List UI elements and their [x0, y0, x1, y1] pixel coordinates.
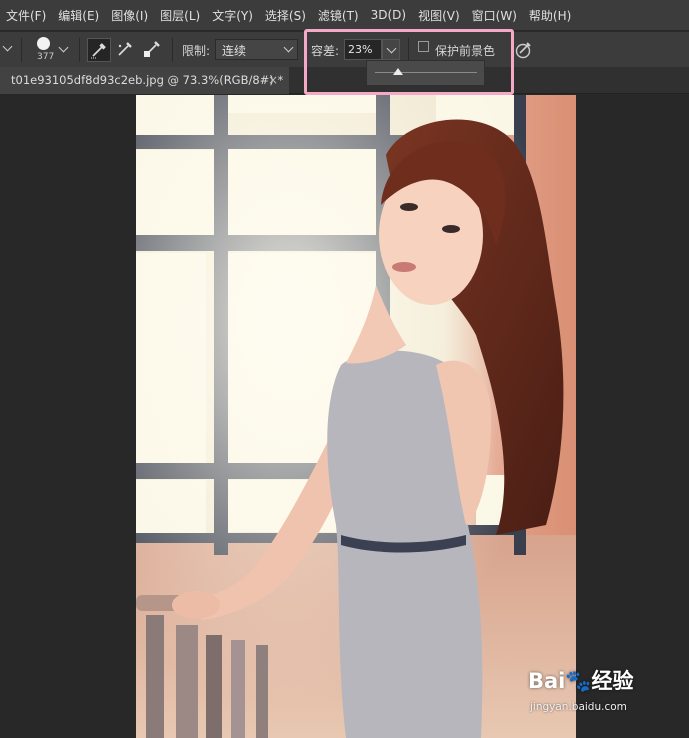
pressure-size-icon[interactable] [514, 40, 534, 60]
menu-select[interactable]: 选择(S) [265, 7, 306, 24]
photo-image [136, 95, 576, 738]
divider [408, 38, 409, 62]
tolerance-label: 容差: [311, 44, 340, 58]
limit-label: 限制: [182, 44, 211, 58]
watermark-logo: Bai🐾经验 [528, 669, 634, 693]
limit-select[interactable]: 连续 [215, 39, 298, 60]
document-tab-bar: t01e93105df8d93c2eb.jpg @ 73.3%(RGB/8#) … [0, 67, 689, 94]
watermark-url: jingyan.baidu.com [530, 701, 627, 713]
divider [79, 38, 80, 62]
document-tab-title: t01e93105df8d93c2eb.jpg @ 73.3%(RGB/8#) … [11, 73, 284, 87]
tool-preset-chevron-icon[interactable] [2, 41, 13, 52]
eyedropper-swatch-icon [144, 41, 160, 57]
menu-edit[interactable]: 编辑(E) [58, 7, 99, 24]
menu-3d[interactable]: 3D(D) [371, 8, 406, 22]
menu-filter[interactable]: 滤镜(T) [318, 7, 359, 24]
menu-view[interactable]: 视图(V) [418, 7, 460, 24]
eyedropper-icon [91, 43, 106, 59]
eyedropper-once-icon [118, 42, 132, 56]
menu-file[interactable]: 文件(F) [6, 7, 46, 24]
close-icon[interactable]: × [268, 67, 278, 94]
chevron-down-icon [386, 43, 397, 54]
divider [172, 38, 173, 62]
limit-select-value: 连续 [222, 44, 247, 58]
brush-tip-icon[interactable] [37, 37, 50, 50]
chevron-down-icon [283, 42, 294, 53]
options-bar: 377 限制: 连续 容差: 23% 保护前景色 [0, 31, 689, 67]
tolerance-slider-thumb[interactable] [393, 68, 404, 75]
sampling-background-swatch-button[interactable] [141, 38, 165, 62]
menu-type[interactable]: 文字(Y) [212, 7, 253, 24]
divider [304, 38, 305, 62]
tolerance-slider-popup [366, 60, 485, 86]
document-tab[interactable]: t01e93105df8d93c2eb.jpg @ 73.3%(RGB/8#) … [0, 67, 289, 94]
brush-picker-chevron-icon[interactable] [58, 42, 69, 53]
tolerance-input[interactable]: 23% [344, 39, 382, 60]
tolerance-slider-track[interactable] [375, 72, 477, 73]
divider [21, 38, 22, 62]
protect-foreground-checkbox[interactable] [418, 41, 429, 52]
menu-bar: 文件(F) 编辑(E) 图像(I) 图层(L) 文字(Y) 选择(S) 滤镜(T… [0, 0, 689, 30]
brush-size-value: 377 [37, 52, 55, 62]
menu-help[interactable]: 帮助(H) [529, 7, 571, 24]
sampling-continuous-button[interactable] [87, 38, 111, 62]
menu-layer[interactable]: 图层(L) [160, 7, 200, 24]
tolerance-slider-toggle[interactable] [382, 39, 400, 60]
sampling-once-button[interactable] [114, 38, 138, 62]
menu-window[interactable]: 窗口(W) [472, 7, 517, 24]
document-canvas[interactable] [136, 95, 576, 738]
protect-foreground-label[interactable]: 保护前景色 [435, 42, 495, 59]
menu-image[interactable]: 图像(I) [111, 7, 148, 24]
